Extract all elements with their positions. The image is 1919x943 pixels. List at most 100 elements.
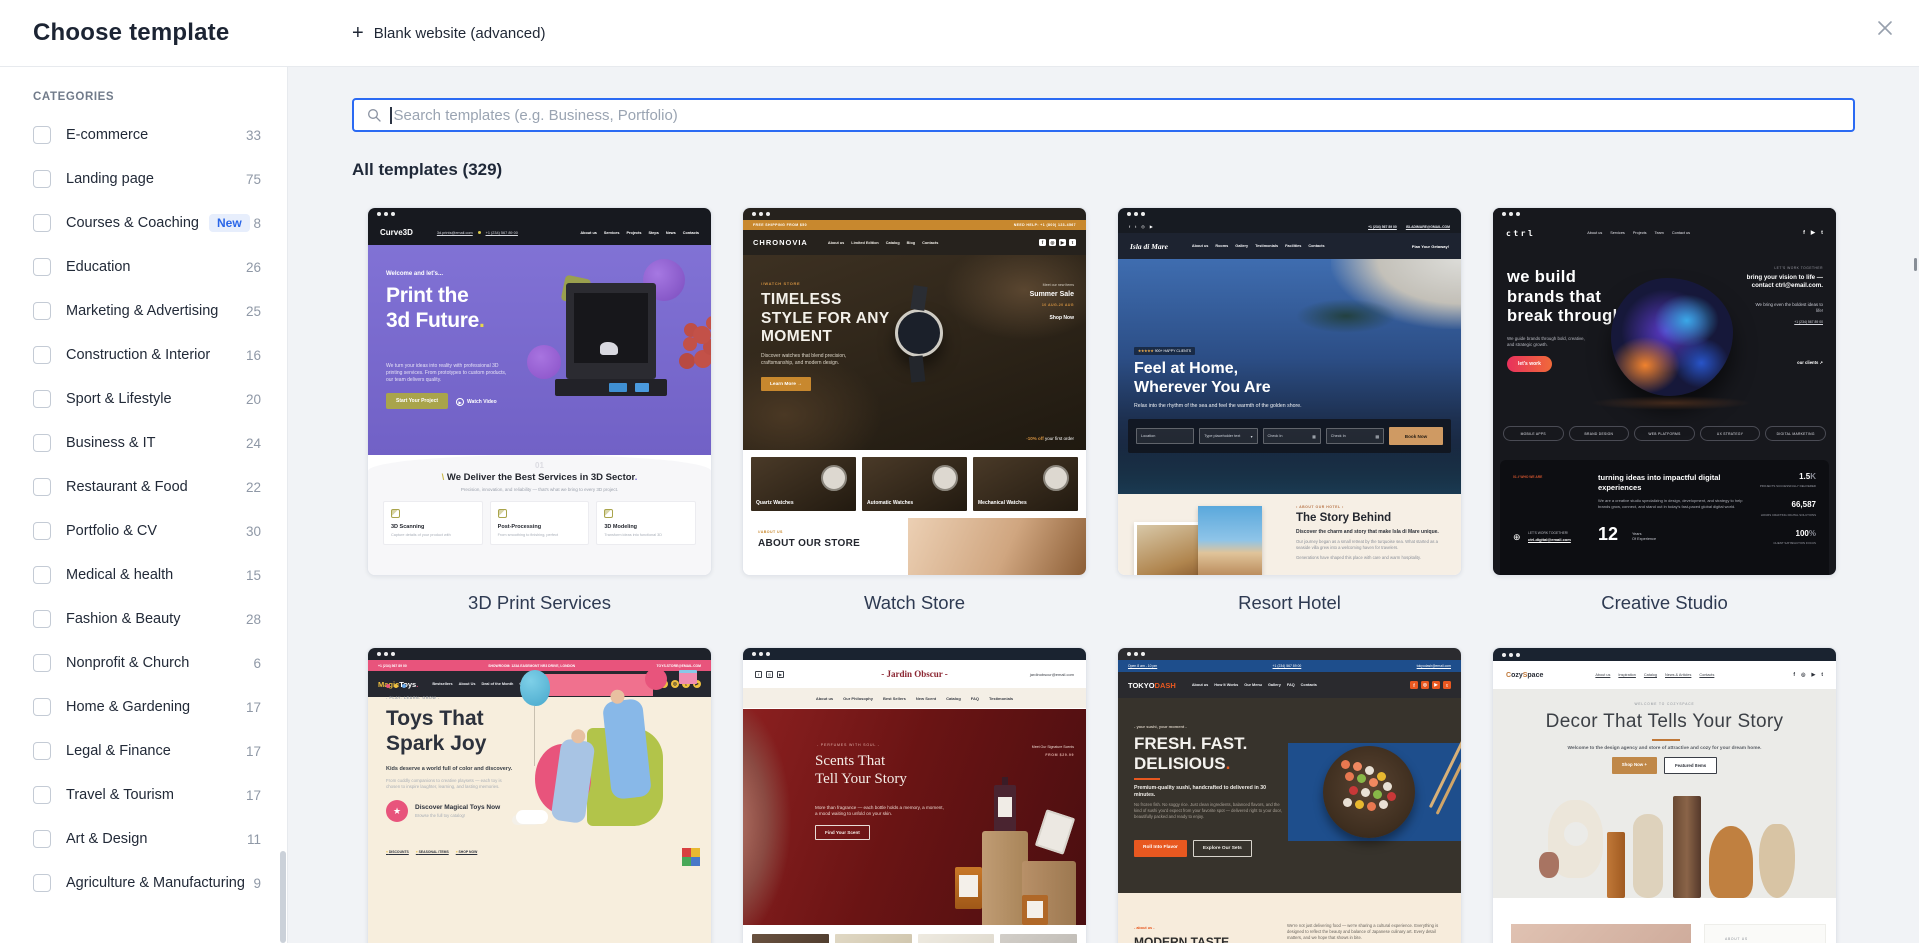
vision-subtitle: We bring even the boldest ideas to life! [1755, 302, 1823, 313]
perfume-bottle-image [1034, 809, 1076, 855]
discount-note: -10% off your first order [1026, 436, 1074, 441]
sidebar-item-landing-page[interactable]: Landing page 75 [0, 157, 287, 201]
category-checkbox[interactable] [33, 566, 51, 584]
sidebar-item-marketing-advertising[interactable]: Marketing & Advertising 25 [0, 289, 287, 333]
category-checkbox[interactable] [33, 214, 51, 232]
social-icons: f ◎ ▶ t [1410, 681, 1451, 689]
sidebar-item-construction-interior[interactable]: Construction & Interior 16 [0, 333, 287, 377]
category-checkbox[interactable] [33, 830, 51, 848]
sidebar-item-medical-health[interactable]: Medical & health 15 [0, 553, 287, 597]
close-button[interactable] [1871, 14, 1899, 42]
search-bar[interactable] [352, 98, 1855, 132]
category-checkbox[interactable] [33, 698, 51, 716]
preview-cta-button: Shop Now + [1611, 757, 1657, 774]
category-checkbox[interactable] [33, 654, 51, 672]
category-checkbox[interactable] [33, 126, 51, 144]
preview-nav-link: About us [580, 230, 597, 235]
category-checkbox[interactable] [33, 478, 51, 496]
sidebar-item-ecommerce[interactable]: E-commerce 33 [0, 113, 287, 157]
preview-nav-link: Catalog [885, 240, 900, 245]
plus-icon: + [352, 22, 364, 44]
printer-base [555, 379, 667, 396]
preview-nav-link: Best Sellers [882, 695, 906, 701]
main-scrollbar[interactable] [1914, 258, 1917, 271]
tile-label: Quartz Watches [756, 500, 794, 506]
template-card-creative-studio[interactable]: ctrl About us Services Projects Team Contact… [1492, 207, 1837, 614]
category-label: Fashion & Beauty [66, 611, 181, 627]
browser-chrome [1493, 208, 1836, 220]
preview-contact: 3d.prints@email.com +1 (234) 567 89 00 [437, 231, 518, 235]
category-count: 20 [245, 391, 261, 407]
template-card-watch-store[interactable]: FREE SHIPPING FROM $50 NEED HELP: +1 (800… [742, 207, 1087, 614]
template-card-jardin-obscur[interactable]: f ◎ ▶ - Jardin Obscur - jardinobscur@email… [742, 647, 1087, 943]
category-checkbox[interactable] [33, 258, 51, 276]
sidebar-item-nonprofit-church[interactable]: Nonprofit & Church 6 [0, 641, 287, 685]
preview-phone: +1 (234) 567 89 00 [1272, 664, 1302, 668]
tea-tray-photo [1198, 506, 1262, 575]
category-count: 8 [253, 215, 261, 231]
category-checkbox[interactable] [33, 434, 51, 452]
categories-section-label: CATEGORIES [33, 91, 115, 103]
heading-dot: . [1225, 754, 1231, 773]
preview-hero: - PERFUMES WITH SOUL - Scents That Tell Y… [743, 709, 1086, 925]
preview-nav-link: FAQ [970, 695, 979, 701]
category-checkbox[interactable] [33, 346, 51, 364]
sidebar-item-courses-coaching[interactable]: Courses & Coaching New 8 [0, 201, 287, 245]
category-checkbox[interactable] [33, 874, 51, 892]
feature-card: Post-Processing From smoothing to finishi… [489, 501, 590, 545]
category-checkbox[interactable] [33, 610, 51, 628]
model-photo [908, 518, 1086, 575]
sidebar-item-art-design[interactable]: Art & Design 11 [0, 817, 287, 861]
sidebar-item-fashion-beauty[interactable]: Fashion & Beauty 28 [0, 597, 287, 641]
search-input[interactable] [393, 106, 1841, 124]
preview-hero: ★★★★★ 900+ HAPPY CLIENTS Feel at Home, Wh… [1118, 259, 1461, 494]
sidebar-item-education[interactable]: Education 26 [0, 245, 287, 289]
category-tiles: Quartz Watches Automatic Watches Mechani… [743, 450, 1086, 518]
preview-nav-link: Testimonials [989, 695, 1014, 701]
preview-nav-link: Steps [648, 230, 659, 235]
field-label: Check In [1330, 434, 1346, 438]
browser-chrome [743, 208, 1086, 220]
field-label: Check In [1267, 434, 1283, 438]
categories-sidebar: CATEGORIES E-commerce 33 Landing page 75 C… [0, 67, 288, 943]
preview-nav-link: Projects [626, 230, 642, 235]
service-pill: MOBILE APPS [1503, 426, 1564, 441]
preview-cta-button: Find Your Scent [815, 825, 870, 840]
preview-topbar: f ◎ ▶ - Jardin Obscur - jardinobscur@email… [743, 660, 1086, 688]
sidebar-item-legal-finance[interactable]: Legal & Finance 17 [0, 729, 287, 773]
sidebar-item-portfolio-cv[interactable]: Portfolio & CV 30 [0, 509, 287, 553]
tile-label: Automatic Watches [867, 500, 914, 506]
sidebar-item-sport-lifestyle[interactable]: Sport & Lifestyle 20 [0, 377, 287, 421]
category-checkbox[interactable] [33, 302, 51, 320]
sidebar-item-restaurant-food[interactable]: Restaurant & Food 22 [0, 465, 287, 509]
category-checkbox[interactable] [33, 522, 51, 540]
about-paragraph: Generations have shaped this place with … [1296, 554, 1421, 560]
service-pills: MOBILE APPS BRAND DESIGN WEB PLATFORMS UX S… [1503, 426, 1826, 441]
blank-website-button[interactable]: + Blank website (advanced) [352, 23, 545, 43]
feature-text: Capture details of your product with [391, 533, 451, 537]
preview-nav-link: Blog [906, 240, 916, 245]
field-label: Type placeholder text [1204, 434, 1241, 438]
sidebar-item-partial[interactable] [0, 931, 287, 943]
preview-nav-link: Projects [1632, 231, 1647, 235]
template-card-magictoys[interactable]: +1 (234) 567 89 00 SHOWROOM: 123A EASEMON… [367, 647, 712, 943]
sidebar-item-home-gardening[interactable]: Home & Gardening 17 [0, 685, 287, 729]
stats-kicker: 01 // WHO WE ARE [1513, 475, 1543, 479]
sidebar-item-business-it[interactable]: Business & IT 24 [0, 421, 287, 465]
category-checkbox[interactable] [33, 390, 51, 408]
sidebar-item-agriculture-manufacturing[interactable]: Agriculture & Manufacturing 9 [0, 861, 287, 905]
template-card-resort-hotel[interactable]: f t ◎ ▶ +1 (234) 567 89 00 ISLADIMARE@GMAIL.… [1117, 207, 1462, 614]
template-card-3d-print-services[interactable]: Curve3D 3d.prints@email.com +1 (234) 567 … [367, 207, 712, 614]
category-checkbox[interactable] [33, 786, 51, 804]
template-card-cozyspace[interactable]: CozySpace About us Inspiration Catalog News… [1492, 647, 1837, 943]
category-checkbox[interactable] [33, 742, 51, 760]
preview-link: SHOP NOW [456, 850, 478, 854]
template-card-tokyodash[interactable]: Open 8 am - 10 pm +1 (234) 567 89 00 tokyo… [1117, 647, 1462, 943]
category-checkbox[interactable] [33, 170, 51, 188]
sidebar-item-travel-tourism[interactable]: Travel & Tourism 17 [0, 773, 287, 817]
heading-line: Feel at Home, [1134, 360, 1239, 377]
preview-logo: ctrl [1506, 228, 1536, 238]
accent-dot: . [634, 472, 638, 483]
sidebar-scrollbar[interactable] [280, 851, 286, 943]
feature-cards: 3D Scanning Capture details of your produ… [383, 501, 697, 545]
